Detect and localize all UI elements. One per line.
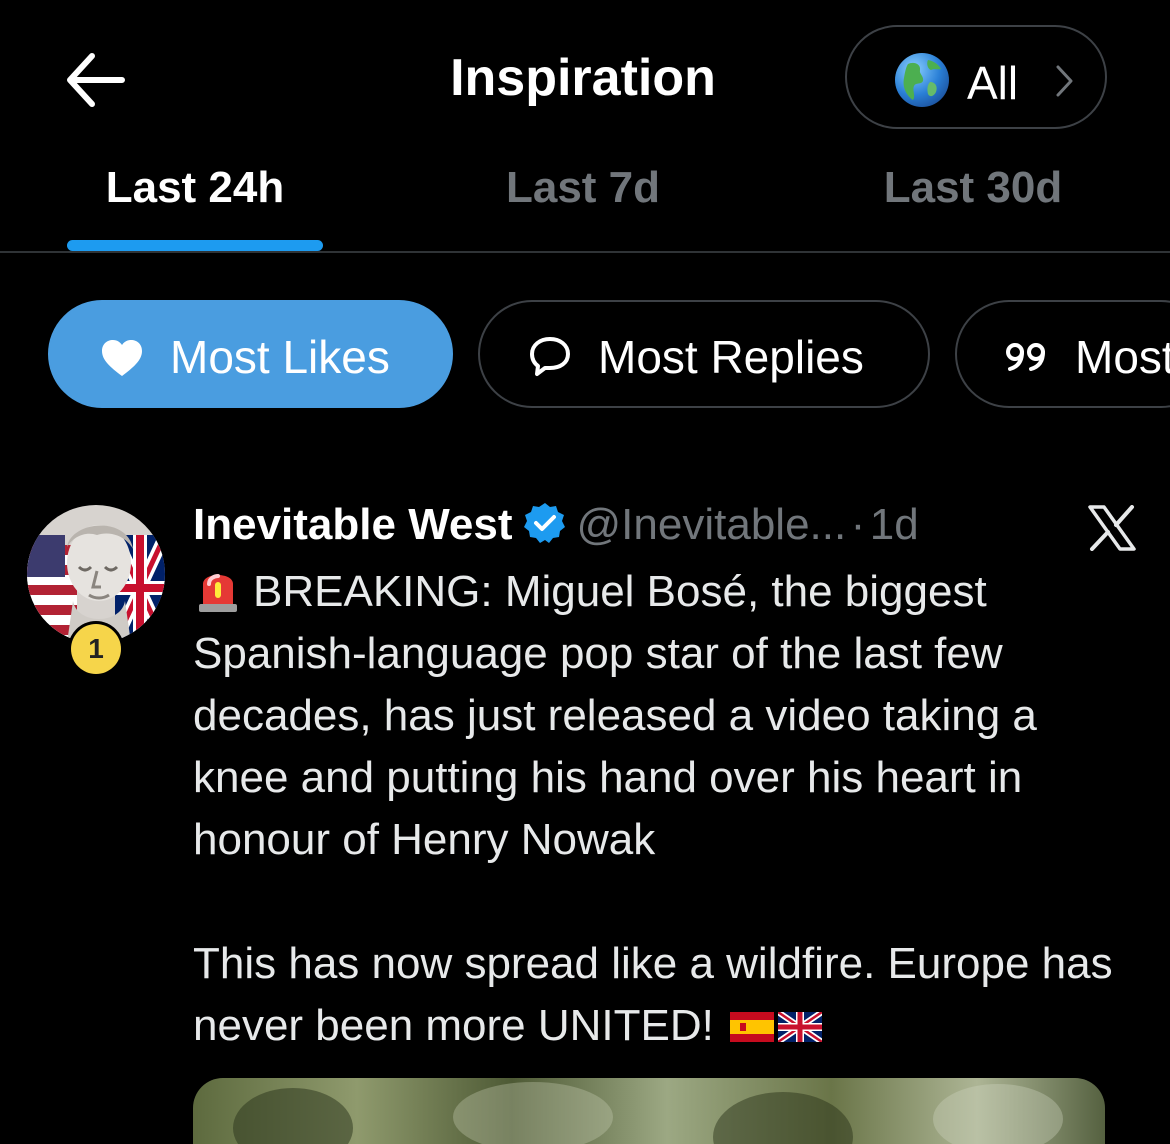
heart-icon <box>102 340 142 376</box>
active-tab-indicator <box>67 240 323 251</box>
media-texture <box>233 1088 353 1144</box>
tab-last-7d[interactable]: Last 7d <box>455 155 711 251</box>
post-header: Inevitable West @Inevitable... · 1d <box>193 500 919 556</box>
media-texture <box>453 1082 613 1144</box>
tab-last-30d[interactable]: Last 30d <box>845 155 1101 251</box>
most-quotes-chip[interactable]: Most <box>955 300 1170 408</box>
region-label: All <box>967 57 1019 109</box>
x-logo-icon[interactable] <box>1087 505 1137 551</box>
post-time[interactable]: 1d <box>870 500 919 549</box>
tabs-divider <box>0 251 1170 253</box>
globe-icon <box>895 53 949 107</box>
post-paragraph: BREAKING: Miguel Bosé, the biggest Spani… <box>193 560 1123 871</box>
time-range-tabs: Last 24h Last 7d Last 30d <box>0 155 1170 253</box>
tab-label: Last 24h <box>105 163 285 212</box>
chip-label: Most <box>1075 331 1170 383</box>
tab-label: Last 30d <box>883 163 1063 212</box>
reply-bubble-icon <box>530 337 570 376</box>
avatar[interactable] <box>27 505 165 643</box>
tab-label: Last 7d <box>505 163 661 212</box>
most-likes-chip[interactable]: Most Likes <box>48 300 453 408</box>
post-paragraph: This has now spread like a wildfire. Eur… <box>193 933 1123 1057</box>
avatar-statue-image <box>27 505 165 643</box>
media-texture <box>713 1092 853 1144</box>
author-handle[interactable]: @Inevitable... <box>577 500 847 549</box>
tab-last-24h[interactable]: Last 24h <box>67 155 323 251</box>
post-text: BREAKING: Miguel Bosé, the biggest Spani… <box>193 560 1123 1057</box>
spain-flag-icon <box>730 1012 775 1042</box>
author-display-name[interactable]: Inevitable West <box>193 500 513 549</box>
chip-label: Most Replies <box>598 331 864 383</box>
uk-flag-icon <box>778 1012 823 1042</box>
post-paragraph-2-text: This has now spread like a wildfire. Eur… <box>193 939 1113 1050</box>
post-media-thumbnail[interactable] <box>193 1078 1105 1144</box>
chevron-right-icon <box>1056 65 1073 97</box>
quote-icon <box>1006 343 1045 371</box>
chip-label: Most Likes <box>170 331 390 383</box>
rank-badge: 1 <box>71 624 121 674</box>
post-paragraph-1-text: BREAKING: Miguel Bosé, the biggest Spani… <box>193 567 1037 864</box>
media-texture <box>933 1084 1063 1144</box>
region-selector-button[interactable]: All <box>845 25 1107 129</box>
verified-badge-icon <box>523 503 565 543</box>
inspiration-screen: Inspiration All Last 24h Last 7d Last 30… <box>0 0 1170 1144</box>
separator-dot: · <box>850 500 866 549</box>
most-replies-chip[interactable]: Most Replies <box>478 300 930 408</box>
siren-emoji-icon <box>199 574 237 612</box>
